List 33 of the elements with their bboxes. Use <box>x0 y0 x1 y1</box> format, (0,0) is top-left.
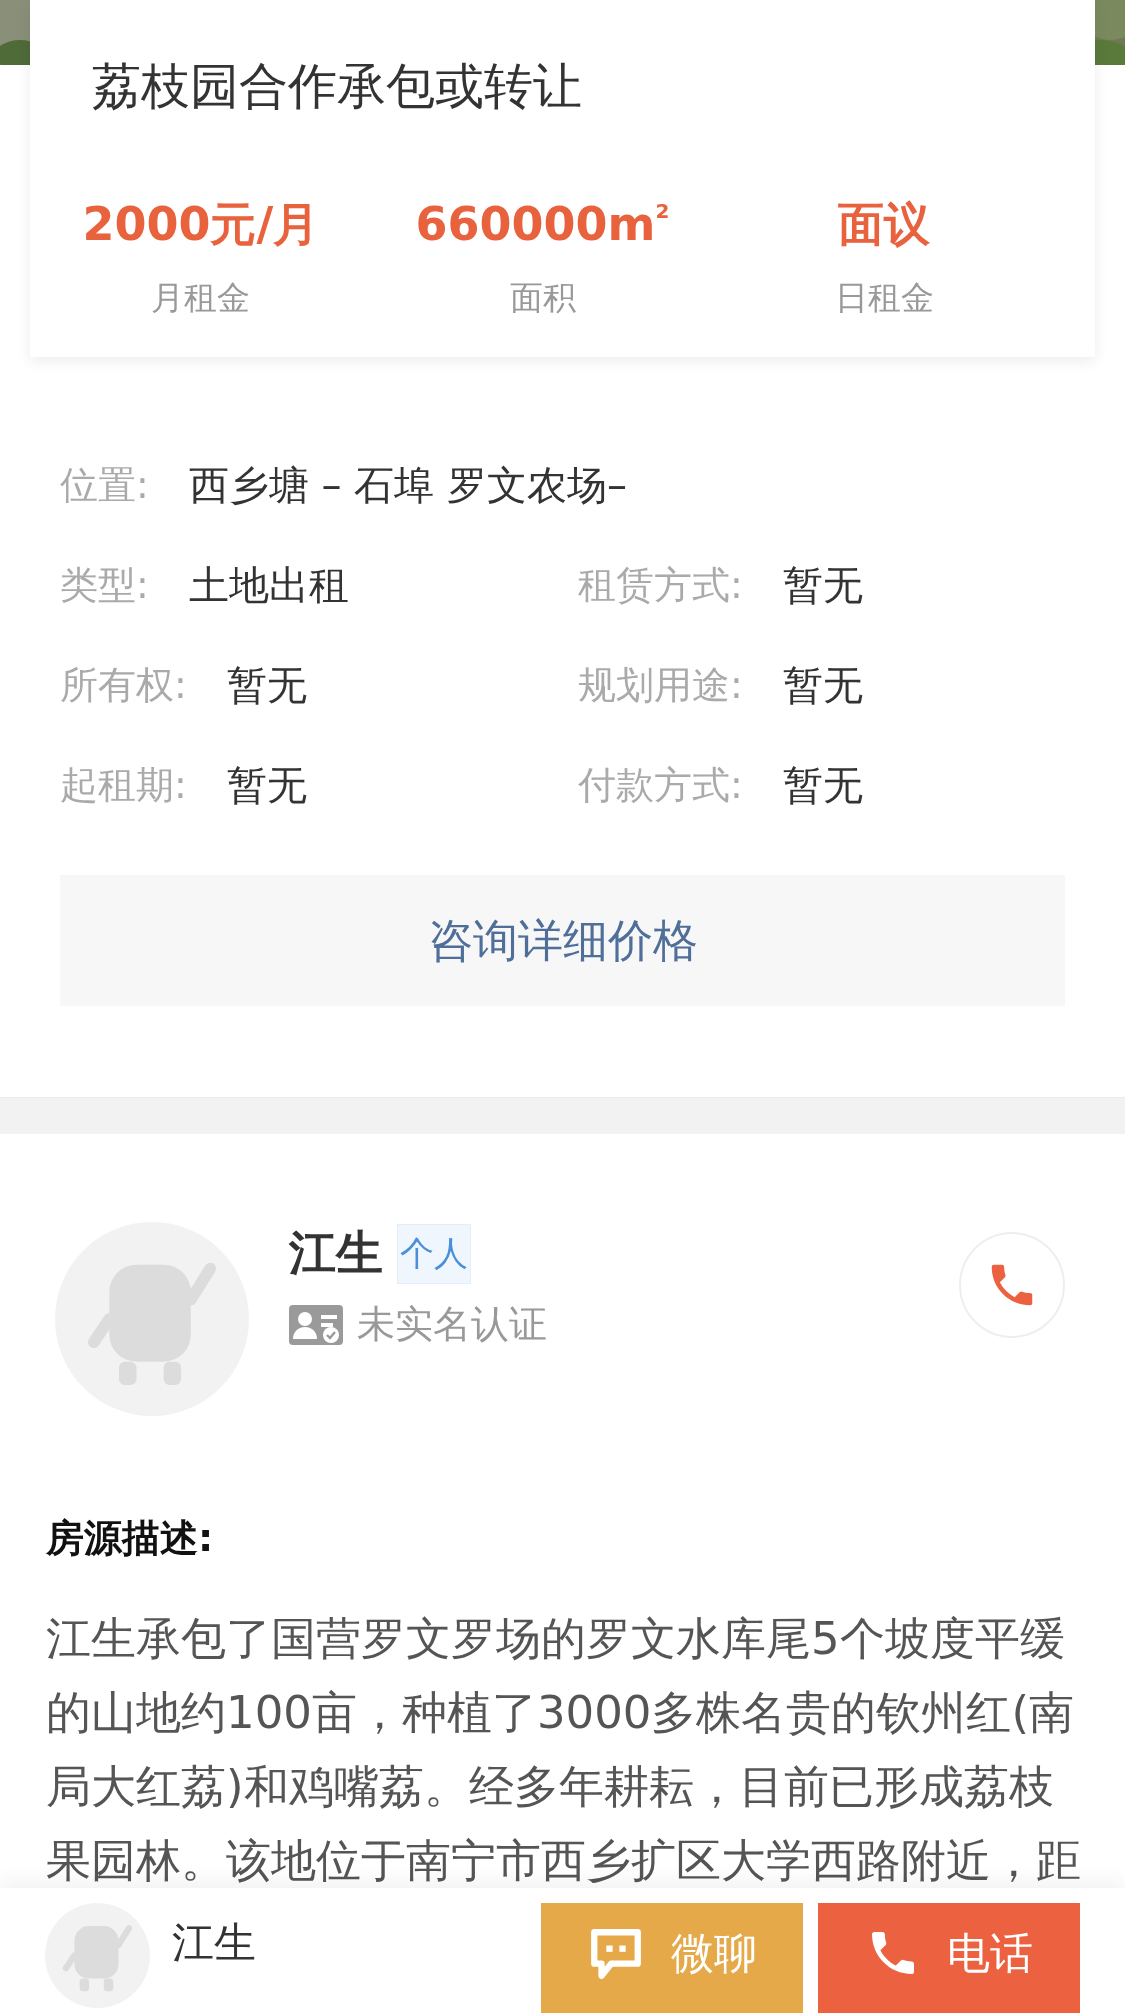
description-text: 江生承包了国营罗文罗场的罗文水库尾5个坡度平缓的山地约100亩，种植了3000多株名贵的钦州红(南局大红荔)和鸡嘴荔。经多年耕耘，目前已形成荔枝果园林。该地位于南宁市西乡扩区大学西路附近，距 <box>46 1611 1082 1889</box>
consult-price-button[interactable]: 咨询详细价格 <box>60 875 1065 1006</box>
field-label: 起租期: <box>60 761 187 809</box>
stat-label: 月租金 <box>151 277 251 319</box>
seller-tag: 个人 <box>397 1223 471 1284</box>
avatar-icon <box>45 1903 150 2008</box>
field-value: 西乡塘 – 石埠 罗文农场– <box>188 460 627 510</box>
description-heading: 房源描述: <box>46 1515 215 1562</box>
stat-label: 日租金 <box>834 277 934 319</box>
field-label: 付款方式: <box>578 761 743 809</box>
field-value: 暂无 <box>782 560 863 610</box>
field-label: 租赁方式: <box>578 561 743 609</box>
stat-value: 660000m$^{2}$ <box>415 196 670 253</box>
field-value: 土地出租 <box>188 560 349 610</box>
id-card-icon <box>289 1304 343 1345</box>
seller-name: 江生 <box>172 1917 257 1969</box>
stat-value: 面议 <box>838 196 931 253</box>
listing-title: 荔枝园合作承包或转让 <box>92 57 583 117</box>
field-label: 类型: <box>60 561 149 609</box>
seller-name: 江生 <box>289 1224 383 1282</box>
field-label: 规划用途: <box>578 661 743 709</box>
field-value: 暂无 <box>226 760 307 810</box>
stat-label: 面积 <box>509 277 576 319</box>
field-value: 暂无 <box>782 660 863 710</box>
chat-button[interactable]: 微聊 <box>541 1903 803 2013</box>
field-value: 暂无 <box>782 760 863 810</box>
avatar-icon <box>55 1222 249 1416</box>
field-value: 暂无 <box>226 660 307 710</box>
call-button[interactable]: 电话 <box>818 1903 1080 2013</box>
stat-value: 2000元/月 <box>82 196 320 253</box>
field-label: 位置: <box>60 461 149 509</box>
field-label: 所有权: <box>60 661 187 709</box>
verification-status: 未实名认证 <box>357 1301 547 1348</box>
